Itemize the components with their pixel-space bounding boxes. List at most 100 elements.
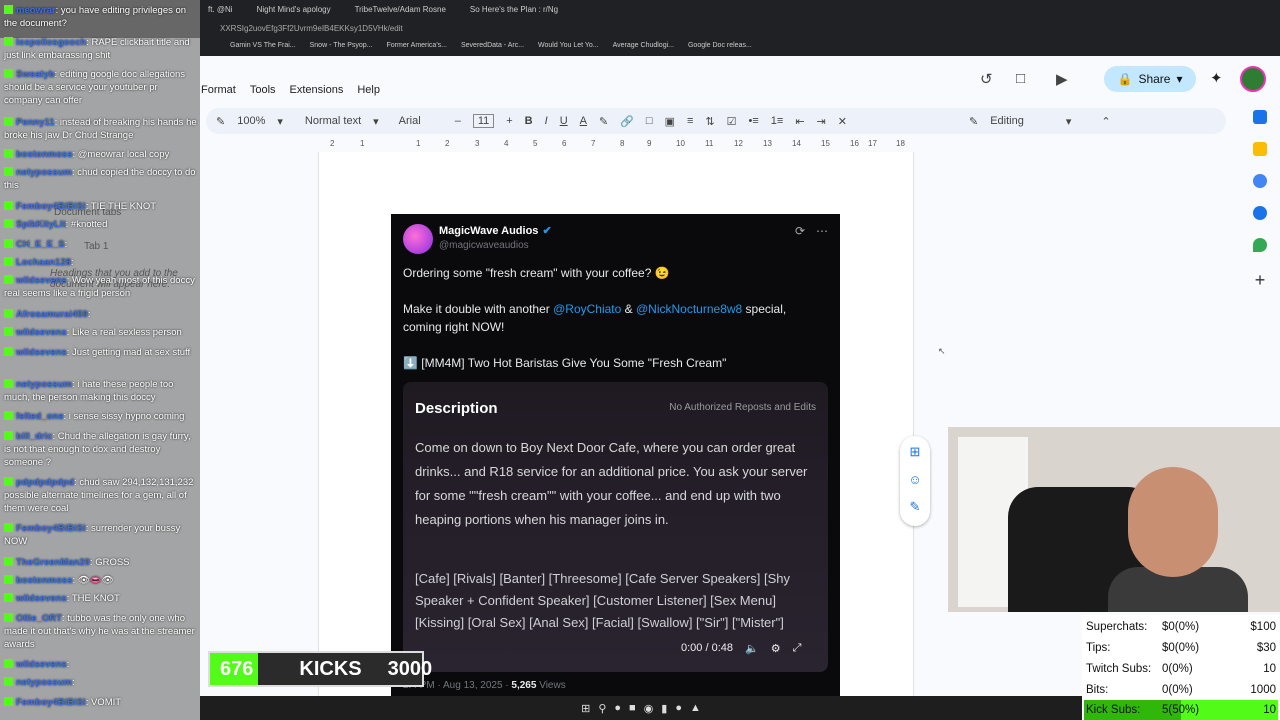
chat-username: Femboy4BiBiSi: [16, 201, 86, 212]
align-icon[interactable]: ≡: [687, 115, 693, 127]
mode-select[interactable]: Editing: [990, 115, 1024, 127]
link-icon[interactable]: 🔗: [620, 115, 634, 128]
browser-tab[interactable]: So Here's the Plan : r/Ng: [462, 3, 566, 16]
insert-comment-icon[interactable]: □: [646, 115, 653, 127]
tasks-icon[interactable]: [1253, 174, 1267, 188]
goal-value: 0(0%): [1162, 663, 1193, 675]
contacts-icon[interactable]: [1253, 206, 1267, 220]
search-icon[interactable]: ⚲: [598, 702, 606, 715]
image-icon[interactable]: ▣: [665, 115, 675, 128]
tweet-line: ⬇️ [MM4M] Two Hot Baristas Give You Some…: [403, 356, 727, 370]
minus-icon[interactable]: –: [455, 115, 461, 127]
folder-icon[interactable]: ▮: [661, 702, 667, 715]
kick-badge-icon: [4, 327, 13, 336]
kick-badge-icon: [4, 575, 13, 584]
chat-separator: :: [70, 257, 74, 268]
fullscreen-icon: ⤢: [792, 642, 802, 654]
chevron-down-icon[interactable]: ▾: [373, 115, 379, 128]
tweet-screenshot: MagicWave Audios ✔ @magicwaveaudios ⟳ ⋯ O…: [391, 214, 840, 696]
chat-message: wildsevens: Wow yeah most of this doccy …: [4, 274, 198, 300]
indent-increase-icon[interactable]: ⇥: [817, 115, 826, 128]
bookmark[interactable]: SeveredData - Arc...: [461, 42, 524, 56]
chat-message: Lochaan128:: [4, 256, 198, 269]
add-comment-icon[interactable]: ⊞: [910, 444, 921, 460]
bookmark[interactable]: Gamin VS The Frai...: [230, 42, 296, 56]
keep-icon[interactable]: [1253, 142, 1267, 156]
chevron-down-icon[interactable]: ▾: [1066, 115, 1072, 128]
plus-icon[interactable]: +: [506, 115, 512, 127]
ruler-tick: 5: [533, 139, 538, 148]
gemini-icon[interactable]: ✦: [1210, 69, 1223, 87]
app-icon[interactable]: ▲: [690, 702, 701, 714]
browser-tab[interactable]: Night Mind's apology: [249, 3, 339, 16]
font-size-input[interactable]: 11: [472, 114, 495, 128]
windows-start-icon[interactable]: ⊞: [581, 702, 590, 715]
views-label: Views: [536, 680, 566, 691]
bookmark[interactable]: Would You Let Yo...: [538, 42, 599, 56]
chevron-down-icon[interactable]: ▾: [277, 115, 283, 128]
spotify-icon[interactable]: ●: [675, 702, 682, 714]
maps-icon[interactable]: [1253, 238, 1267, 252]
browser-tab[interactable]: ft. @Ni: [200, 3, 241, 16]
tweet-author-handle: @magicwaveaudios: [439, 240, 529, 251]
app-icon[interactable]: ●: [614, 702, 621, 714]
bookmark[interactable]: Google Doc releas...: [688, 42, 752, 56]
kick-badge-icon: [4, 239, 13, 248]
clear-format-icon[interactable]: ✕: [838, 115, 847, 128]
chat-message: Afrosamurai459:: [4, 308, 198, 321]
app-icon[interactable]: ■: [629, 702, 636, 714]
avatar[interactable]: [1240, 66, 1266, 92]
browser-tab[interactable]: TribeTwelve/Adam Rosne: [347, 3, 454, 16]
zoom-select[interactable]: 100%: [237, 115, 265, 127]
chat-message: wildsevens: THE KNOT: [4, 592, 198, 605]
line-spacing-icon[interactable]: ⇅: [705, 115, 714, 128]
volume-icon: 🔈: [745, 643, 759, 655]
indent-decrease-icon[interactable]: ⇤: [795, 115, 804, 128]
font-select[interactable]: Arial: [399, 115, 421, 127]
goal-label: Twitch Subs:: [1086, 663, 1152, 675]
chat-text: #knotted: [70, 219, 108, 230]
underline-icon[interactable]: U: [560, 115, 568, 127]
goal-value: $0(0%): [1162, 621, 1200, 633]
numbered-list-icon[interactable]: 1≡: [771, 115, 784, 127]
checklist-icon[interactable]: ☑: [727, 115, 737, 128]
text-color-icon[interactable]: A: [580, 115, 587, 127]
ruler-tick: 14: [792, 139, 801, 148]
goal-max: 1000: [1250, 684, 1276, 696]
description-body: Come on down to Boy Next Door Cafe, wher…: [415, 440, 808, 527]
comment-icon[interactable]: □: [1016, 70, 1025, 87]
chat-message: meowrar: you have editing privileges on …: [4, 4, 198, 30]
chat-separator: :: [64, 239, 68, 250]
menu-help[interactable]: Help: [357, 84, 380, 96]
chat-text: Just getting mad at sex stuff: [71, 347, 191, 358]
style-select[interactable]: Normal text: [305, 115, 361, 127]
share-button[interactable]: 🔒 Share ▾: [1104, 66, 1196, 92]
chat-username: CH_E_E_S: [16, 239, 65, 250]
ruler-tick: 15: [821, 139, 830, 148]
meet-icon[interactable]: ▶: [1056, 70, 1068, 88]
chevron-down-icon[interactable]: ▾: [1176, 72, 1182, 86]
menu-tools[interactable]: Tools: [250, 84, 276, 96]
bullet-list-icon[interactable]: •≡: [748, 115, 758, 127]
kick-badge-icon: [4, 117, 13, 126]
goal-row: Superchats: $0(0%) $100: [1084, 617, 1278, 637]
history-icon[interactable]: ↺: [980, 70, 993, 88]
suggest-edit-icon[interactable]: ✎: [910, 499, 921, 515]
calendar-icon[interactable]: [1253, 110, 1267, 124]
menu-format[interactable]: Format: [201, 84, 236, 96]
more-icon: ⋯: [816, 224, 828, 238]
menu-extensions[interactable]: Extensions: [290, 84, 344, 96]
highlight-icon[interactable]: ✎: [599, 115, 608, 128]
emoji-icon[interactable]: ☺: [908, 472, 921, 487]
bold-icon[interactable]: B: [525, 115, 533, 127]
bookmark[interactable]: Snow - The Psyop...: [310, 42, 373, 56]
bookmark[interactable]: Average Chudlogi...: [613, 42, 674, 56]
add-icon[interactable]: +: [1255, 270, 1266, 291]
paint-format-icon[interactable]: ✎: [216, 115, 225, 128]
chat-username: Penny11: [16, 117, 55, 128]
italic-icon[interactable]: I: [545, 115, 548, 127]
collapse-icon[interactable]: ⌃: [1101, 115, 1110, 128]
bookmark[interactable]: Former America's...: [387, 42, 447, 56]
lock-icon: 🔒: [1117, 72, 1133, 86]
chrome-icon[interactable]: ◉: [644, 702, 654, 715]
